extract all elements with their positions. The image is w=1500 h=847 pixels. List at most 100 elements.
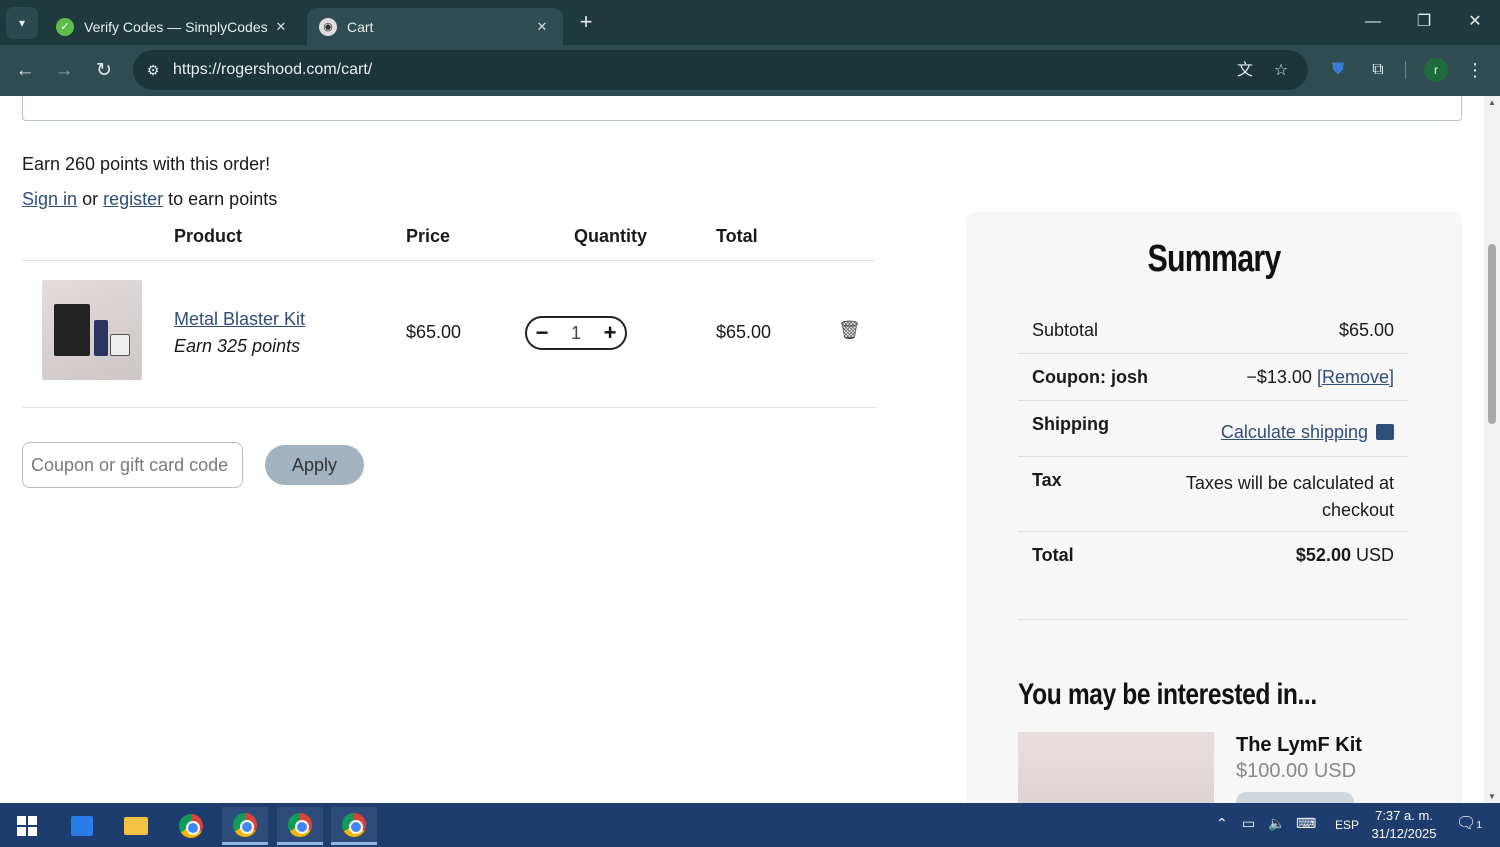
coupon-row: Coupon: josh −$13.00 [Remove] <box>1018 354 1408 401</box>
quantity-decrease-button[interactable]: − <box>529 319 555 347</box>
remove-coupon-link[interactable]: [Remove] <box>1317 367 1394 387</box>
coupon-label: Coupon: josh <box>1032 367 1148 387</box>
coupon-input[interactable] <box>22 442 243 488</box>
header-total: Total <box>716 226 758 246</box>
page-scrollbar[interactable]: ▲ ▼ <box>1484 96 1500 803</box>
tab-simplycodes[interactable]: ✓ Verify Codes — SimplyCodes ✕ <box>44 8 302 45</box>
subtotal-label: Subtotal <box>1032 320 1099 340</box>
notification-count: 1 <box>1476 820 1482 831</box>
total-row: Total $52.00 USD <box>1018 532 1408 620</box>
tax-row: Tax Taxes will be calculated at checkout <box>1018 457 1408 532</box>
header-product: Product <box>174 226 243 246</box>
quantity-value[interactable]: 1 <box>563 323 589 344</box>
simplycodes-favicon: ✓ <box>56 17 74 36</box>
summary-title: Summary <box>1147 238 1282 280</box>
language-indicator[interactable]: ESP <box>1335 818 1359 832</box>
address-bar[interactable]: ⚙ https://rogershood.com/cart/ 文 ☆ <box>133 50 1308 90</box>
recommended-product-name[interactable]: The LymF Kit <box>1236 734 1362 757</box>
tab-title: Cart <box>347 18 374 35</box>
clock-date: 31/12/2025 <box>1371 826 1437 841</box>
store-icon[interactable] <box>59 807 105 845</box>
windows-taskbar: ⌃ ▭ 🔈 ⌨ ESP 7:37 a. m. 31/12/2025 🗨1 <box>0 803 1500 847</box>
tab-search-icon[interactable]: ▾ <box>6 7 38 39</box>
subtotal-value: $65.00 <box>1338 320 1394 340</box>
recommended-product-price: $100.00 USD <box>1236 760 1357 782</box>
translate-icon[interactable]: 文 <box>1233 59 1257 83</box>
extensions-puzzle-icon[interactable]: ⧉ <box>1365 57 1391 83</box>
forward-icon[interactable]: → <box>50 57 78 85</box>
site-info-icon[interactable]: ⚙ <box>141 58 165 82</box>
network-icon[interactable]: ▭ <box>1242 815 1255 832</box>
cart-favicon: ◉ <box>319 17 337 36</box>
shipping-value-group: Calculate shipping <box>1221 422 1394 443</box>
sign-in-line: Sign in or register to earn points <box>22 189 277 210</box>
keyboard-icon[interactable]: ⌨ <box>1296 815 1316 832</box>
notice-banner <box>22 96 1462 121</box>
apply-coupon-button[interactable]: Apply <box>265 445 364 485</box>
recommended-add-button[interactable] <box>1236 792 1354 803</box>
shipping-label: Shipping <box>1032 414 1109 434</box>
chrome-icon[interactable] <box>222 807 268 845</box>
chrome-icon[interactable] <box>331 807 377 845</box>
toolbar-divider <box>1405 61 1406 79</box>
header-divider <box>22 260 875 261</box>
order-summary-panel: Summary Subtotal $65.00 Coupon: josh −$1… <box>966 212 1462 803</box>
reload-icon[interactable]: ↻ <box>90 57 118 85</box>
back-icon[interactable]: ← <box>11 57 39 85</box>
product-price: $65.00 <box>406 322 462 342</box>
coupon-discount: −$13.00 <box>1246 367 1312 387</box>
new-tab-icon[interactable]: + <box>574 10 598 34</box>
quantity-increase-button[interactable]: + <box>597 319 623 347</box>
volume-icon[interactable]: 🔈 <box>1268 815 1285 832</box>
product-total: $65.00 <box>716 322 772 342</box>
product-image[interactable] <box>42 280 142 380</box>
sign-in-link[interactable]: Sign in <box>22 189 77 209</box>
total-label: Total <box>1032 545 1074 565</box>
tax-label: Tax <box>1032 470 1062 490</box>
tab-title: Verify Codes — SimplyCodes <box>84 18 268 35</box>
browser-tab-bar: ▾ ✓ Verify Codes — SimplyCodes ✕ ◉ Cart … <box>0 0 1500 45</box>
item-divider <box>22 407 876 408</box>
product-name-link[interactable]: Metal Blaster Kit <box>174 309 305 330</box>
chrome-icon[interactable] <box>168 807 214 845</box>
shipping-row: Shipping Calculate shipping <box>1018 401 1408 457</box>
header-quantity: Quantity <box>574 226 648 246</box>
close-icon[interactable]: ✕ <box>533 19 551 35</box>
bookmark-star-icon[interactable]: ☆ <box>1269 59 1293 83</box>
scroll-up-arrow[interactable]: ▲ <box>1487 98 1497 107</box>
profile-avatar[interactable]: r <box>1424 58 1448 82</box>
header-price: Price <box>406 226 451 246</box>
window-close-icon[interactable]: ✕ <box>1457 8 1493 36</box>
notification-icon[interactable]: 🗨1 <box>1456 813 1482 833</box>
recommendations-heading: You may be interested in... <box>1018 678 1317 711</box>
quantity-stepper: − 1 + <box>525 316 627 350</box>
coupon-value-group: −$13.00 [Remove] <box>1246 367 1394 388</box>
shield-extension-icon[interactable]: ⛊ <box>1325 57 1351 83</box>
product-points: Earn 325 points <box>174 336 301 356</box>
chevron-up-icon[interactable]: ⌃ <box>1216 815 1228 832</box>
windows-start-icon[interactable] <box>4 807 50 845</box>
total-currency: USD <box>1355 545 1394 565</box>
earn-points-message: Earn 260 points with this order! <box>22 154 271 174</box>
recommended-product-image[interactable] <box>1018 732 1214 803</box>
subtotal-row: Subtotal $65.00 <box>1018 308 1408 354</box>
chrome-icon[interactable] <box>277 807 323 845</box>
restore-icon[interactable]: ❐ <box>1406 8 1442 36</box>
tax-value: Taxes will be calculated at checkout <box>1185 473 1394 520</box>
shipping-calculator-icon[interactable] <box>1376 424 1394 440</box>
scroll-thumb[interactable] <box>1488 244 1496 424</box>
trash-icon[interactable]: 🗑 <box>838 320 861 344</box>
taskbar-clock[interactable]: 7:37 a. m. 31/12/2025 <box>1362 807 1446 843</box>
tab-cart[interactable]: ◉ Cart ✕ <box>307 8 563 45</box>
file-explorer-icon[interactable] <box>113 807 159 845</box>
register-link[interactable]: register <box>103 189 163 209</box>
url-text[interactable]: https://rogershood.com/cart/ <box>173 61 372 79</box>
menu-kebab-icon[interactable]: ⋮ <box>1462 57 1488 83</box>
total-value: $52.00 <box>1295 545 1351 565</box>
minimize-icon[interactable]: — <box>1355 8 1391 36</box>
total-value-group: $52.00 USD <box>1296 545 1394 566</box>
clock-time: 7:37 a. m. <box>1375 808 1433 823</box>
scroll-down-arrow[interactable]: ▼ <box>1487 792 1497 801</box>
calculate-shipping-link[interactable]: Calculate shipping <box>1221 422 1368 442</box>
close-icon[interactable]: ✕ <box>272 19 290 35</box>
